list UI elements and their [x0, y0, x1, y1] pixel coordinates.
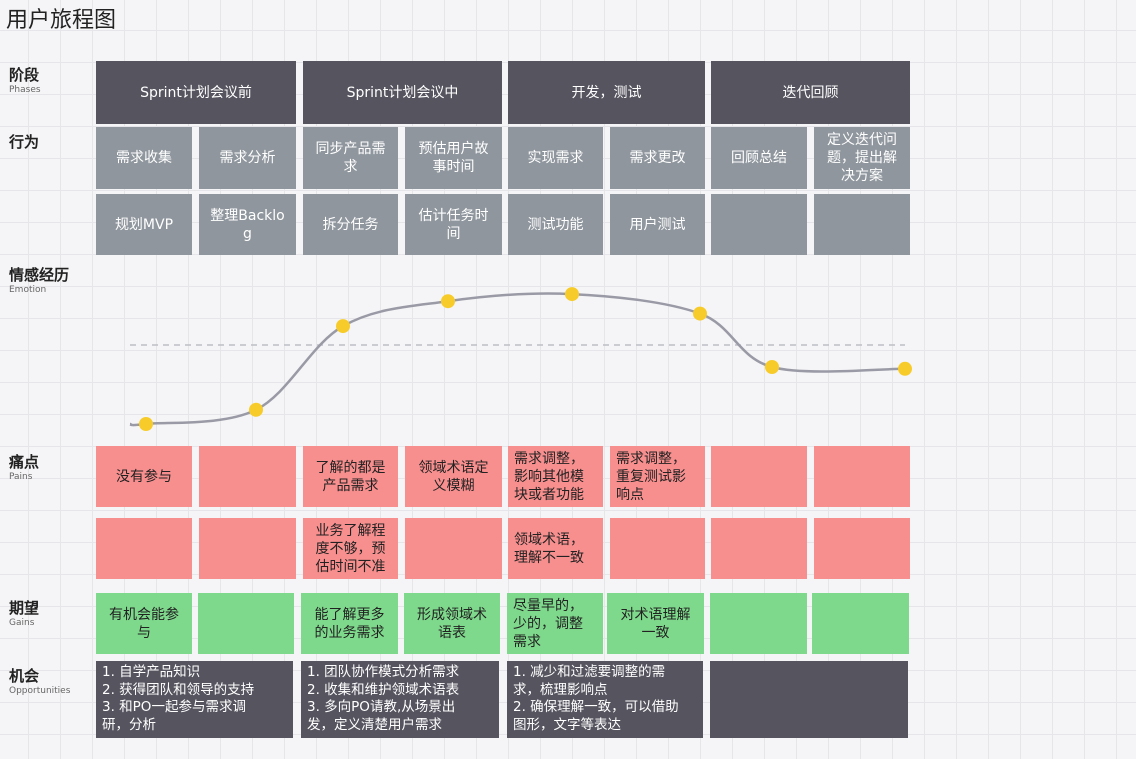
- opportunity-text: 1. 减少和过滤要调整的需 求，梳理影响点 2. 确保理解一致，可以借助 图形，…: [513, 664, 679, 733]
- pain-cell[interactable]: 需求调整， 重复测试影 响点: [610, 446, 705, 507]
- opportunity-cell[interactable]: 1. 自学产品知识 2. 获得团队和领导的支持 3. 和PO一起参与需求调 研，…: [96, 661, 293, 738]
- pain-cell[interactable]: [711, 518, 807, 579]
- pain-text: 领域术语定 义模糊: [418, 459, 489, 494]
- opportunity-cell[interactable]: 1. 减少和过滤要调整的需 求，梳理影响点 2. 确保理解一致，可以借助 图形，…: [507, 661, 703, 738]
- pain-cell[interactable]: 领域术语， 理解不一致: [508, 518, 603, 579]
- pain-cell[interactable]: 业务了解程 度不够，预 估时间不准: [303, 518, 398, 579]
- gain-cell[interactable]: 尽量早的， 少的，调整 需求: [507, 593, 603, 654]
- pain-cell[interactable]: 了解的都是 产品需求: [303, 446, 398, 507]
- pain-cell[interactable]: [814, 518, 910, 579]
- pain-cell[interactable]: [199, 518, 296, 579]
- gain-text: 对术语理解 一致: [620, 606, 691, 641]
- gain-text: 形成领域术 语表: [417, 606, 487, 641]
- pain-cell[interactable]: [96, 518, 192, 579]
- opportunity-text: 1. 自学产品知识 2. 获得团队和领导的支持 3. 和PO一起参与需求调 研，…: [102, 664, 255, 733]
- pain-cell[interactable]: [199, 446, 296, 507]
- emotion-point: [336, 319, 350, 334]
- emotion-point: [441, 294, 455, 309]
- pain-text: 需求调整， 重复测试影 响点: [616, 450, 686, 503]
- gain-cell[interactable]: 有机会能参 与: [96, 593, 192, 654]
- emotion-point: [565, 287, 579, 302]
- gain-text: 能了解更多 的业务需求: [314, 606, 385, 641]
- emotion-curve: [129, 292, 906, 427]
- pain-cell[interactable]: [405, 518, 502, 579]
- pain-text: 领域术语， 理解不一致: [514, 531, 584, 566]
- gain-cell[interactable]: [710, 593, 807, 654]
- gain-cell[interactable]: [812, 593, 909, 654]
- emotion-point: [898, 361, 912, 376]
- opportunity-cell[interactable]: 1. 团队协作模式分析需求 2. 收集和维护领域术语表 3. 多向PO请教,从场…: [301, 661, 499, 738]
- pain-cell[interactable]: 没有参与: [96, 446, 192, 507]
- gain-text: 尽量早的， 少的，调整 需求: [513, 597, 583, 650]
- pain-cell[interactable]: [610, 518, 705, 579]
- emotion-point: [249, 402, 263, 417]
- emotion-point: [765, 360, 779, 374]
- pain-cell[interactable]: 需求调整， 影响其他模 块或者功能: [508, 446, 603, 507]
- emotion-point: [139, 417, 153, 431]
- pain-text: 了解的都是 产品需求: [315, 459, 386, 494]
- gain-cell[interactable]: [198, 593, 294, 654]
- gain-text: 有机会能参 与: [109, 606, 179, 641]
- pain-cell[interactable]: [814, 446, 910, 507]
- gain-cell[interactable]: 能了解更多 的业务需求: [301, 593, 398, 654]
- gain-cell[interactable]: 对术语理解 一致: [607, 593, 704, 654]
- gain-cell[interactable]: 形成领域术 语表: [404, 593, 500, 654]
- pain-cell[interactable]: 领域术语定 义模糊: [405, 446, 502, 507]
- pain-text: 没有参与: [116, 468, 172, 485]
- pain-cell[interactable]: [711, 446, 807, 507]
- pain-text: 需求调整， 影响其他模 块或者功能: [514, 450, 584, 503]
- opportunity-text: 1. 团队协作模式分析需求 2. 收集和维护领域术语表 3. 多向PO请教,从场…: [307, 664, 460, 733]
- pain-text: 业务了解程 度不够，预 估时间不准: [315, 522, 386, 575]
- opportunity-cell[interactable]: [710, 661, 908, 738]
- emotion-point: [693, 306, 707, 321]
